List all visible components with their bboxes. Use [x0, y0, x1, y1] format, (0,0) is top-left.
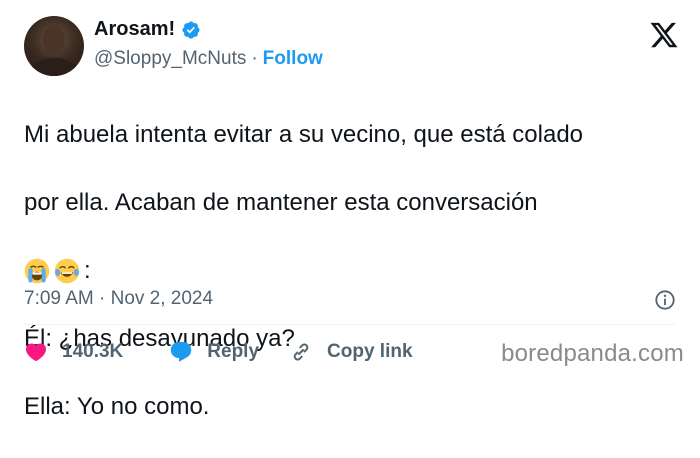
author-display-name[interactable]: Arosam!	[94, 18, 175, 41]
reply-bubble-icon	[171, 342, 192, 362]
follow-button[interactable]: Follow	[263, 48, 323, 70]
divider	[24, 324, 676, 325]
reply-label: Reply	[207, 341, 260, 362]
watermark: boredpanda.com	[501, 340, 684, 367]
tweet-line: por ella. Acaban de mantener esta conver…	[24, 189, 538, 216]
copy-link-label: Copy link	[327, 341, 413, 362]
tears-of-joy-emoji-icon	[54, 258, 80, 284]
author-name-row: Arosam!	[94, 18, 201, 41]
avatar[interactable]	[24, 16, 84, 76]
action-bar: 140.3K Reply Copy link	[24, 340, 413, 364]
timestamp-time[interactable]: 7:09 AM	[24, 288, 94, 309]
copy-link-button[interactable]: Copy link	[289, 340, 413, 364]
like-button[interactable]: 140.3K	[24, 340, 123, 364]
reply-button[interactable]: Reply	[169, 340, 259, 364]
tweet-timestamp[interactable]: 7:09 AM · Nov 2, 2024	[24, 288, 213, 310]
info-icon[interactable]	[654, 289, 676, 311]
timestamp-separator: ·	[99, 288, 106, 309]
x-logo-icon[interactable]	[648, 20, 680, 50]
handle-separator: ·	[251, 48, 258, 69]
emoji-suffix: :	[84, 257, 91, 284]
loudly-crying-face-emoji-icon	[24, 258, 50, 284]
heart-icon	[25, 343, 47, 362]
author-handle[interactable]: @Sloppy_McNuts	[94, 48, 246, 70]
tweet-text: Mi abuela intenta evitar a su vecino, qu…	[24, 84, 684, 458]
author-handle-row: @Sloppy_McNuts · Follow	[94, 48, 323, 70]
like-count: 140.3K	[62, 341, 124, 362]
emoji-line: :	[24, 254, 684, 288]
timestamp-date[interactable]: Nov 2, 2024	[111, 288, 213, 309]
verified-badge-icon	[182, 20, 200, 39]
tweet-line: Ella: Yo no como.	[24, 393, 210, 420]
link-icon	[293, 343, 309, 361]
tweet-line: Mi abuela intenta evitar a su vecino, qu…	[24, 121, 584, 148]
